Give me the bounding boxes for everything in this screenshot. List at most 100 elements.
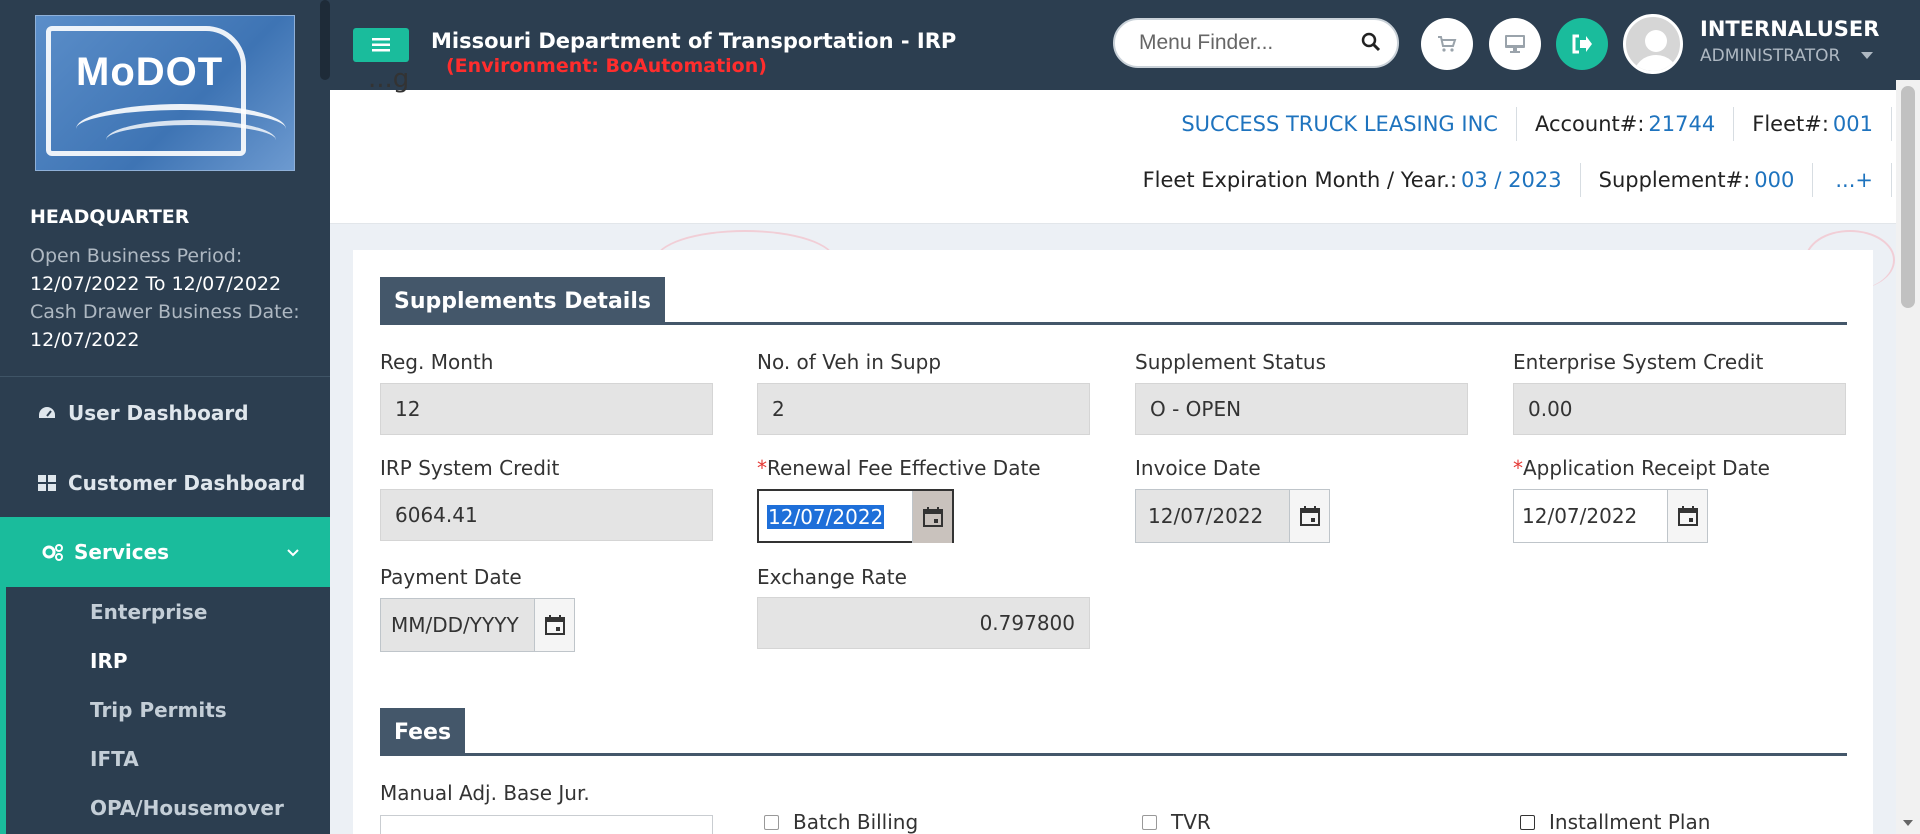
supplement-status-label: Supplement Status [1135, 350, 1327, 374]
tvr-checkbox[interactable] [1142, 814, 1157, 830]
business-period-info: Open Business Period: 12/07/2022 To 12/0… [30, 242, 300, 354]
monitor-button[interactable] [1489, 18, 1541, 70]
grid-icon [36, 475, 58, 491]
sidebar-divider [0, 376, 330, 377]
logout-icon [1572, 34, 1592, 54]
subnav-item-irp[interactable]: IRP [90, 649, 128, 673]
open-period-label: Open Business Period: [30, 245, 243, 267]
payment-date-picker[interactable]: MM/DD/YYYY [380, 598, 575, 652]
fleet-info-row: Fleet Expiration Month / Year.: 03 / 202… [1125, 163, 1892, 197]
search-icon[interactable] [1361, 32, 1381, 57]
user-avatar[interactable] [1623, 14, 1683, 74]
sidebar-item-customer-dashboard[interactable]: Customer Dashboard [0, 452, 330, 514]
manual-adj-input[interactable] [380, 815, 713, 834]
calendar-icon[interactable] [534, 599, 574, 651]
tvr-checkbox-row[interactable]: TVR [1142, 810, 1211, 834]
enterprise-credit-field: 0.00 [1513, 383, 1846, 435]
section-header-fees: Fees [380, 708, 1847, 756]
logout-button[interactable] [1556, 18, 1608, 70]
dashboard-icon [36, 405, 58, 421]
user-name[interactable]: INTERNALUSER [1700, 17, 1879, 41]
fleet-label: Fleet#: [1752, 112, 1829, 136]
open-period-value: 12/07/2022 To 12/07/2022 [30, 273, 282, 295]
receipt-date-input[interactable]: 12/07/2022 [1514, 490, 1667, 542]
page-scrollbar[interactable] [1896, 80, 1920, 834]
services-subnav: Enterprise IRP Trip Permits IFTA OPA/Hou… [0, 586, 330, 834]
veh-in-supp-field: 2 [757, 383, 1090, 435]
sidebar-scrollbar[interactable] [320, 0, 330, 80]
sidebar-item-services[interactable]: Services [0, 517, 330, 587]
cash-drawer-value: 12/07/2022 [30, 329, 140, 351]
company-name[interactable]: SUCCESS TRUCK LEASING INC [1181, 112, 1498, 136]
hamburger-icon [372, 38, 390, 52]
required-marker: * [757, 456, 767, 480]
supplement-cell: Supplement#: 000 [1581, 163, 1814, 197]
renewal-date-selected-text: 12/07/2022 [767, 505, 885, 529]
scroll-down-arrow-icon[interactable] [1903, 820, 1913, 826]
account-label: Account#: [1534, 112, 1645, 136]
reg-month-field: 12 [380, 383, 713, 435]
installment-plan-checkbox-row[interactable]: Installment Plan [1520, 810, 1710, 834]
calendar-icon[interactable] [912, 491, 952, 543]
payment-date-label: Payment Date [380, 565, 522, 589]
location-name: HEADQUARTER [30, 206, 190, 228]
section-header-supplements: Supplements Details [380, 277, 1847, 325]
more-cell: ...+ [1813, 163, 1892, 197]
exchange-rate-field: 0.797800 [757, 597, 1090, 649]
exchange-rate-label: Exchange Rate [757, 565, 907, 589]
scrollbar-thumb[interactable] [1901, 86, 1915, 308]
sidebar-item-label: User Dashboard [68, 401, 249, 425]
account-value[interactable]: 21744 [1648, 112, 1715, 136]
menu-finder-input[interactable] [1139, 31, 1349, 55]
sidebar: MoDOT HEADQUARTER Open Business Period: … [0, 0, 330, 834]
renewal-date-label: *Renewal Fee Effective Date [757, 456, 1041, 480]
hamburger-menu-button[interactable] [353, 28, 409, 62]
section-title: Fees [380, 708, 466, 756]
top-header: Missouri Department of Transportation - … [330, 0, 1920, 90]
sidebar-item-user-dashboard[interactable]: User Dashboard [0, 382, 330, 444]
renewal-date-input[interactable]: 12/07/2022 [759, 491, 912, 543]
fleet-value[interactable]: 001 [1833, 112, 1873, 136]
renewal-date-label-text: Renewal Fee Effective Date [767, 456, 1041, 480]
chevron-down-icon [286, 543, 300, 562]
batch-billing-label: Batch Billing [793, 810, 919, 834]
fleet-cell: Fleet#: 001 [1734, 107, 1892, 141]
page-title-partial: ...g [368, 64, 410, 94]
installment-plan-checkbox[interactable] [1520, 814, 1535, 830]
supplement-value: 000 [1754, 168, 1795, 192]
irp-credit-label: IRP System Credit [380, 456, 560, 480]
enterprise-credit-label: Enterprise System Credit [1513, 350, 1764, 374]
manual-adj-label: Manual Adj. Base Jur. [380, 781, 590, 805]
batch-billing-checkbox-row[interactable]: Batch Billing [764, 810, 918, 834]
receipt-date-picker[interactable]: 12/07/2022 [1513, 489, 1708, 543]
batch-billing-checkbox[interactable] [764, 814, 779, 830]
receipt-date-label-text: Application Receipt Date [1523, 456, 1770, 480]
sidebar-item-label: Services [74, 540, 170, 564]
monitor-icon [1505, 35, 1525, 53]
app-title: Missouri Department of Transportation - … [431, 29, 957, 53]
caret-down-icon[interactable] [1861, 52, 1873, 59]
cart-icon [1438, 36, 1457, 52]
section-title: Supplements Details [380, 277, 665, 325]
subnav-item-ifta[interactable]: IFTA [90, 747, 139, 771]
renewal-date-picker[interactable]: 12/07/2022 [757, 489, 954, 543]
calendar-icon[interactable] [1667, 490, 1707, 542]
logo-text: MoDOT [76, 50, 224, 94]
calendar-icon[interactable] [1289, 490, 1329, 542]
cart-button[interactable] [1421, 18, 1473, 70]
tvr-label: TVR [1171, 810, 1211, 834]
payment-date-input[interactable]: MM/DD/YYYY [381, 599, 534, 651]
subnav-item-opa-housemover[interactable]: OPA/Housemover [90, 796, 284, 820]
veh-in-supp-label: No. of Veh in Supp [757, 350, 942, 374]
subnav-item-enterprise[interactable]: Enterprise [90, 600, 207, 624]
expiration-label: Fleet Expiration Month / Year.: [1142, 168, 1458, 192]
user-role[interactable]: ADMINISTRATOR [1700, 46, 1840, 66]
gears-icon [42, 543, 64, 561]
supplement-label: Supplement#: [1598, 168, 1751, 192]
subnav-item-trip-permits[interactable]: Trip Permits [90, 698, 227, 722]
expiration-cell: Fleet Expiration Month / Year.: 03 / 202… [1125, 163, 1581, 197]
receipt-date-label: *Application Receipt Date [1513, 456, 1770, 480]
account-info-row: SUCCESS TRUCK LEASING INC Account#: 2174… [1163, 107, 1892, 141]
more-link[interactable]: ...+ [1835, 168, 1873, 192]
menu-finder[interactable] [1113, 18, 1399, 68]
